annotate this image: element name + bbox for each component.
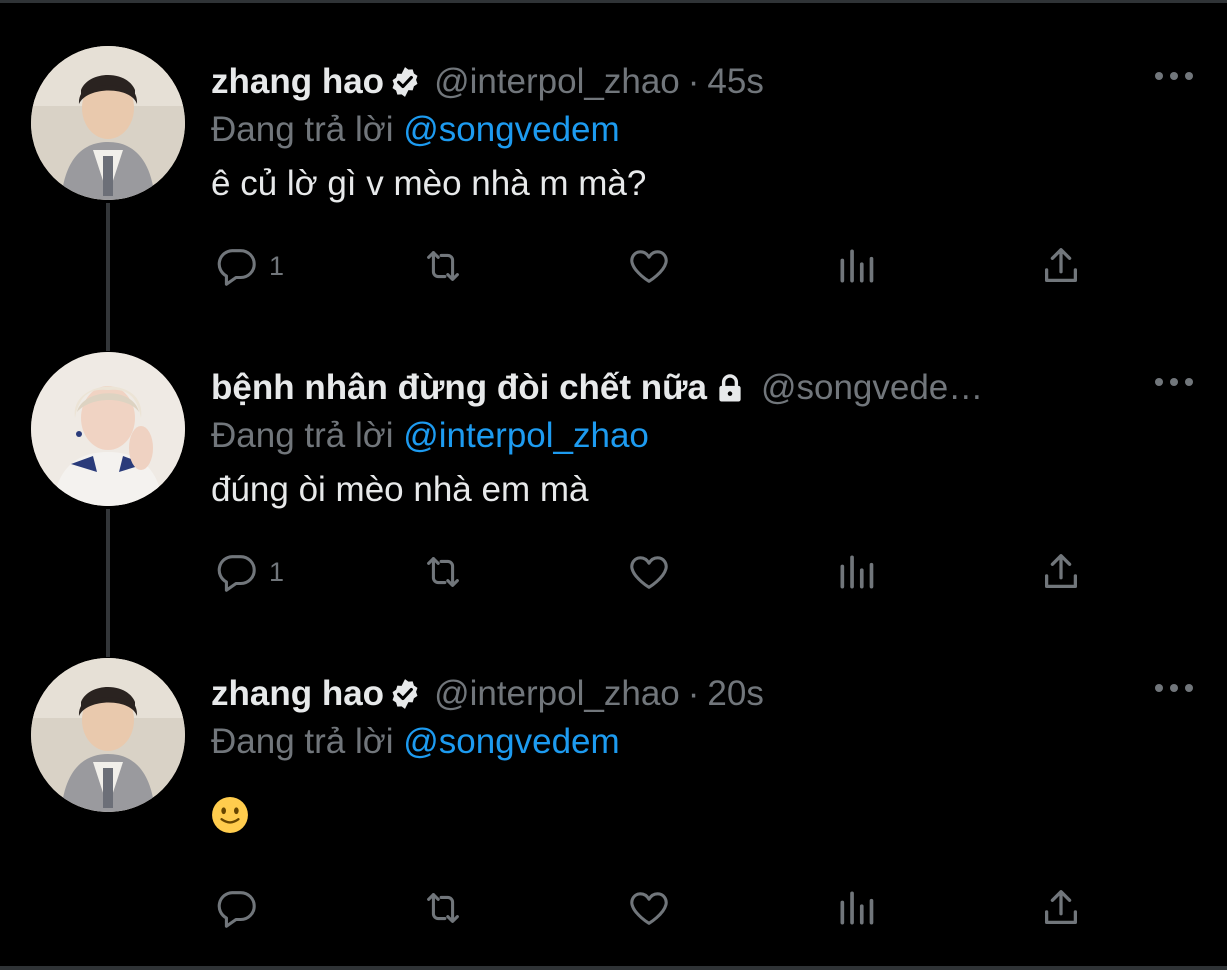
mention-link[interactable]: @interpol_zhao — [403, 416, 649, 455]
share-button[interactable] — [1038, 878, 1084, 938]
share-icon — [1038, 243, 1084, 289]
more-icon[interactable] — [1155, 372, 1193, 392]
separator-dot: · — [687, 62, 700, 101]
replying-to: Đang trả lời @songvedem — [211, 722, 620, 762]
reply-button[interactable] — [213, 878, 269, 938]
retweet-icon — [418, 549, 468, 595]
reply-button[interactable]: 1 — [213, 236, 284, 296]
avatar[interactable] — [31, 658, 185, 812]
share-button[interactable] — [1038, 236, 1084, 296]
avatar[interactable] — [31, 46, 185, 200]
analytics-icon — [835, 885, 879, 931]
tweet-actions: 1 — [211, 236, 1091, 296]
display-name[interactable]: zhang hao — [211, 62, 384, 102]
reply-icon — [213, 885, 259, 931]
analytics-button[interactable] — [835, 878, 879, 938]
avatar[interactable] — [31, 352, 185, 506]
mention-link[interactable]: @songvedem — [403, 722, 619, 761]
username-handle[interactable]: @interpol_zhao — [434, 674, 680, 714]
replying-to-label: Đang trả lời — [211, 722, 394, 761]
tweet-text: ê củ lờ gì v mèo nhà m mà? — [211, 164, 647, 203]
reply-button[interactable]: 1 — [213, 542, 284, 602]
share-icon — [1038, 885, 1084, 931]
replying-to-label: Đang trả lời — [211, 110, 394, 149]
tweet-actions — [211, 878, 1091, 938]
analytics-icon — [835, 243, 879, 289]
retweet-icon — [418, 885, 468, 931]
timestamp[interactable]: 45s — [707, 62, 763, 102]
analytics-icon — [835, 549, 879, 595]
verified-badge-icon — [388, 65, 422, 99]
verified-badge-icon — [388, 677, 422, 711]
like-button[interactable] — [625, 878, 673, 938]
tweet-text: 🙂 — [249, 796, 250, 797]
tweet-header: zhang hao @interpol_zhao · 20s — [211, 672, 764, 716]
share-button[interactable] — [1038, 542, 1084, 602]
reply-count: 1 — [269, 250, 285, 281]
replying-to: Đang trả lời @interpol_zhao — [211, 416, 649, 456]
retweet-icon — [418, 243, 468, 289]
analytics-button[interactable] — [835, 236, 879, 296]
like-icon — [625, 885, 673, 931]
tweet[interactable]: zhang hao @interpol_zhao · 45s Đang trả … — [0, 46, 1227, 316]
tweet-actions: 1 — [211, 542, 1091, 602]
retweet-button[interactable] — [418, 878, 468, 938]
tweet[interactable]: bệnh nhân đừng đòi chết nữa @songvede… Đ… — [0, 352, 1227, 622]
more-icon[interactable] — [1155, 678, 1193, 698]
lock-icon — [713, 371, 747, 405]
tweet-text: đúng òi mèo nhà em mà — [211, 470, 589, 509]
top-border — [0, 0, 1227, 3]
timestamp[interactable]: 20s — [707, 674, 763, 714]
analytics-button[interactable] — [835, 542, 879, 602]
username-handle[interactable]: @interpol_zhao — [434, 62, 680, 102]
username-handle[interactable]: @songvede… — [761, 368, 983, 408]
more-icon[interactable] — [1155, 66, 1193, 86]
share-icon — [1038, 549, 1084, 595]
like-icon — [625, 243, 673, 289]
reply-icon — [213, 549, 259, 595]
bottom-border — [0, 966, 1227, 970]
display-name[interactable]: zhang hao — [211, 674, 384, 714]
retweet-button[interactable] — [418, 542, 468, 602]
tweet-header: bệnh nhân đừng đòi chết nữa @songvede… — [211, 366, 983, 410]
like-icon — [625, 549, 673, 595]
slight-smile-emoji: 🙂 — [211, 796, 249, 834]
retweet-button[interactable] — [418, 236, 468, 296]
like-button[interactable] — [625, 236, 673, 296]
tweet-header: zhang hao @interpol_zhao · 45s — [211, 60, 764, 104]
reply-icon — [213, 243, 259, 289]
separator-dot: · — [687, 674, 700, 713]
mention-link[interactable]: @songvedem — [403, 110, 619, 149]
replying-to: Đang trả lời @songvedem — [211, 110, 620, 150]
display-name[interactable]: bệnh nhân đừng đòi chết nữa — [211, 368, 707, 408]
replying-to-label: Đang trả lời — [211, 416, 394, 455]
reply-count: 1 — [269, 556, 285, 587]
tweet[interactable]: zhang hao @interpol_zhao · 20s Đang trả … — [0, 658, 1227, 958]
like-button[interactable] — [625, 542, 673, 602]
